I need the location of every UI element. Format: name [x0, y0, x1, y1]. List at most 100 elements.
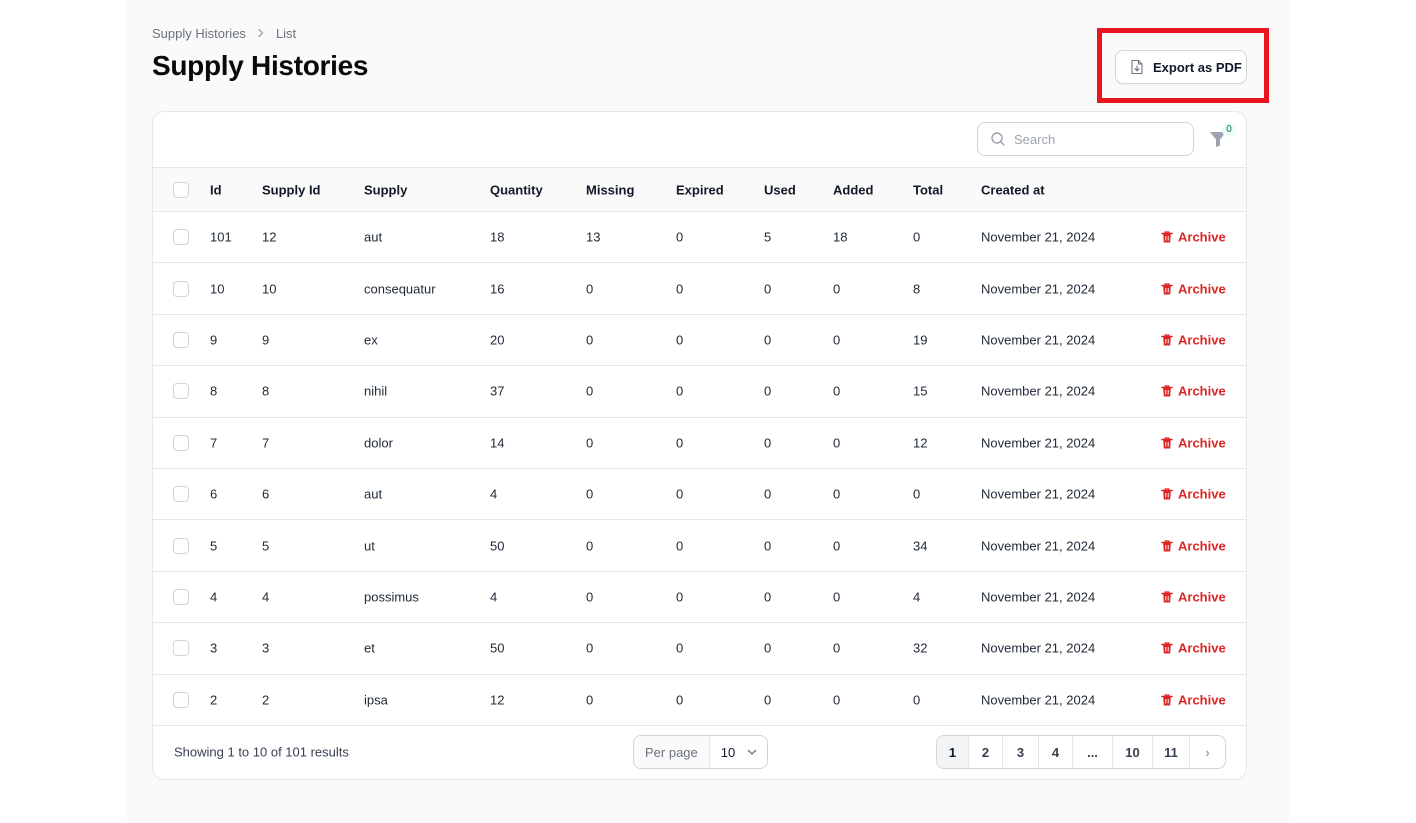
- row-checkbox[interactable]: [173, 588, 189, 605]
- cell-supply-id: 7: [262, 435, 270, 451]
- per-page-value[interactable]: 10: [710, 736, 767, 768]
- trash-icon: [1161, 591, 1173, 603]
- table-row[interactable]: 4 4 possimus 4 0 0 0 0 4 November 21, 20…: [153, 572, 1246, 624]
- cell-quantity: 50: [490, 640, 505, 656]
- row-checkbox[interactable]: [173, 691, 189, 708]
- breadcrumb-parent[interactable]: Supply Histories: [152, 26, 246, 41]
- table-row[interactable]: 2 2 ipsa 12 0 0 0 0 0 November 21, 2024 …: [153, 675, 1246, 726]
- table-row[interactable]: 6 6 aut 4 0 0 0 0 0 November 21, 2024 Ar…: [153, 469, 1246, 521]
- cell-expired: 0: [676, 538, 684, 554]
- archive-label: Archive: [1178, 589, 1226, 605]
- next-page-button[interactable]: ›: [1190, 736, 1225, 768]
- cell-missing: 0: [586, 538, 594, 554]
- header-created-at[interactable]: Created at: [981, 182, 1045, 197]
- archive-button[interactable]: Archive: [1161, 589, 1226, 604]
- cell-quantity: 37: [490, 383, 505, 399]
- page-4[interactable]: 4: [1039, 736, 1073, 768]
- select-all-checkbox[interactable]: [173, 181, 189, 198]
- table-row[interactable]: 3 3 et 50 0 0 0 0 32 November 21, 2024 A…: [153, 623, 1246, 675]
- row-checkbox[interactable]: [173, 331, 189, 348]
- cell-supply-id: 8: [262, 383, 270, 399]
- archive-button[interactable]: Archive: [1161, 384, 1226, 399]
- header-used[interactable]: Used: [764, 182, 796, 197]
- archive-button[interactable]: Archive: [1161, 435, 1226, 450]
- table-row[interactable]: 101 12 aut 18 13 0 5 18 0 November 21, 2…: [153, 212, 1246, 264]
- cell-quantity: 18: [490, 229, 505, 245]
- table-row[interactable]: 8 8 nihil 37 0 0 0 0 15 November 21, 202…: [153, 366, 1246, 418]
- cell-used: 0: [764, 435, 772, 451]
- table-row[interactable]: 5 5 ut 50 0 0 0 0 34 November 21, 2024 A…: [153, 520, 1246, 572]
- cell-added: 0: [833, 589, 841, 605]
- cell-supply-id: 10: [262, 281, 277, 297]
- row-checkbox[interactable]: [173, 486, 189, 503]
- cell-quantity: 20: [490, 332, 505, 348]
- cell-supply-id: 4: [262, 589, 270, 605]
- cell-missing: 0: [586, 435, 594, 451]
- archive-label: Archive: [1178, 281, 1226, 297]
- archive-button[interactable]: Archive: [1161, 281, 1226, 296]
- row-checkbox[interactable]: [173, 383, 189, 400]
- per-page-select[interactable]: Per page 10: [633, 735, 769, 769]
- cell-supply-id: 12: [262, 229, 277, 245]
- cell-quantity: 50: [490, 538, 505, 554]
- table-row[interactable]: 7 7 dolor 14 0 0 0 0 12 November 21, 202…: [153, 418, 1246, 469]
- table-row[interactable]: 10 10 consequatur 16 0 0 0 0 8 November …: [153, 263, 1246, 315]
- header-id[interactable]: Id: [210, 182, 222, 197]
- row-checkbox[interactable]: [173, 434, 189, 451]
- cell-used: 0: [764, 383, 772, 399]
- cell-expired: 0: [676, 589, 684, 605]
- page-1[interactable]: 1: [937, 736, 969, 768]
- row-checkbox[interactable]: [173, 280, 189, 297]
- archive-label: Archive: [1178, 383, 1226, 399]
- search-box[interactable]: [977, 122, 1194, 156]
- header-supply-id[interactable]: Supply Id: [262, 182, 321, 197]
- header-added[interactable]: Added: [833, 182, 873, 197]
- cell-used: 0: [764, 538, 772, 554]
- row-checkbox[interactable]: [173, 537, 189, 554]
- page-ellipsis: ...: [1073, 736, 1113, 768]
- trash-icon: [1161, 488, 1173, 500]
- archive-label: Archive: [1178, 692, 1226, 708]
- archive-label: Archive: [1178, 640, 1226, 656]
- table-row[interactable]: 9 9 ex 20 0 0 0 0 19 November 21, 2024 A…: [153, 315, 1246, 367]
- header-expired[interactable]: Expired: [676, 182, 724, 197]
- cell-supply: nihil: [364, 383, 388, 399]
- archive-button[interactable]: Archive: [1161, 692, 1226, 707]
- cell-used: 0: [764, 486, 772, 502]
- cell-added: 0: [833, 640, 841, 656]
- header-missing[interactable]: Missing: [586, 182, 634, 197]
- export-pdf-button[interactable]: Export as PDF: [1115, 50, 1247, 84]
- cell-total: 32: [913, 640, 928, 656]
- per-page-current: 10: [720, 744, 736, 760]
- archive-button[interactable]: Archive: [1161, 538, 1226, 553]
- header-total[interactable]: Total: [913, 182, 943, 197]
- archive-button[interactable]: Archive: [1161, 230, 1226, 245]
- page-11[interactable]: 11: [1153, 736, 1190, 768]
- row-checkbox[interactable]: [173, 640, 189, 657]
- archive-button[interactable]: Archive: [1161, 487, 1226, 502]
- cell-supply: ipsa: [364, 692, 388, 708]
- cell-created-at: November 21, 2024: [981, 435, 1096, 451]
- page-10[interactable]: 10: [1113, 736, 1153, 768]
- cell-total: 4: [913, 589, 921, 605]
- header-quantity[interactable]: Quantity: [490, 182, 543, 197]
- cell-supply: possimus: [364, 589, 419, 605]
- cell-supply: et: [364, 640, 375, 656]
- cell-added: 18: [833, 229, 848, 245]
- header-supply[interactable]: Supply: [364, 182, 407, 197]
- page-3[interactable]: 3: [1003, 736, 1039, 768]
- row-checkbox[interactable]: [173, 229, 189, 246]
- cell-total: 12: [913, 435, 928, 451]
- archive-label: Archive: [1178, 435, 1226, 451]
- table-header: Id Supply Id Supply Quantity Missing Exp…: [153, 168, 1246, 212]
- search-input[interactable]: [1014, 131, 1174, 147]
- cell-quantity: 4: [490, 589, 498, 605]
- page-2[interactable]: 2: [969, 736, 1003, 768]
- archive-button[interactable]: Archive: [1161, 332, 1226, 347]
- archive-button[interactable]: Archive: [1161, 641, 1226, 656]
- breadcrumb-current: List: [275, 26, 297, 41]
- cell-supply: dolor: [364, 435, 393, 451]
- cell-total: 0: [913, 692, 921, 708]
- chevron-down-icon: [748, 749, 757, 755]
- cell-supply-id: 3: [262, 640, 270, 656]
